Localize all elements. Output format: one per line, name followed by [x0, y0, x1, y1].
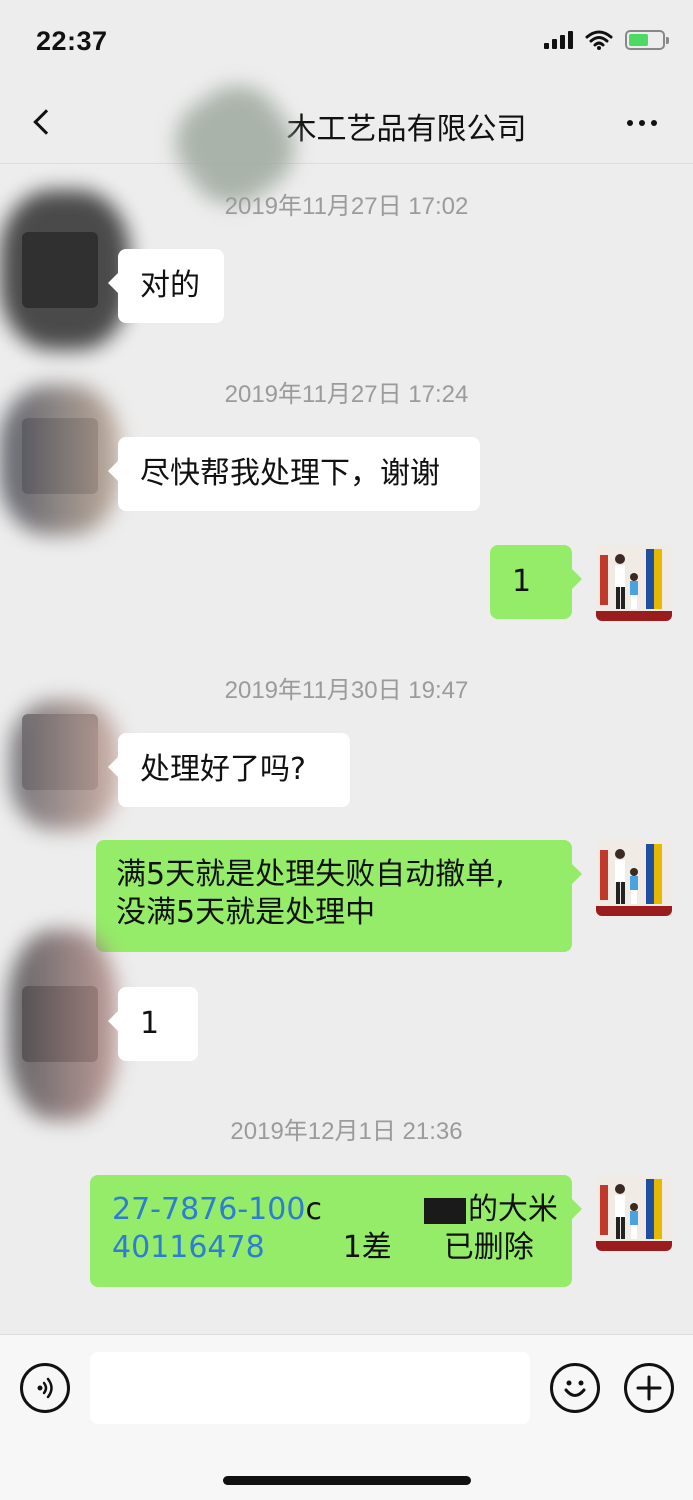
message-text: 1: [512, 564, 532, 599]
redaction-smudge: [10, 700, 120, 830]
order-number-link[interactable]: 40116478: [112, 1230, 265, 1265]
message-text: 对的: [140, 268, 200, 303]
add-button[interactable]: [624, 1363, 674, 1413]
status-bar: 22:37: [0, 0, 693, 80]
signal-icon: [544, 31, 573, 49]
battery-icon: [625, 30, 669, 50]
photo-thumbnail: [596, 840, 672, 916]
message-bubble-incoming[interactable]: 处理好了吗?: [108, 733, 350, 807]
message-text: 处理好了吗?: [140, 752, 306, 787]
message-bubble-outgoing[interactable]: 27-7876-100c 的大米 40116478 1差 已删除: [90, 1175, 582, 1287]
add-icon: [636, 1375, 662, 1401]
message-bubble-incoming[interactable]: 尽快帮我处理下，谢谢: [108, 437, 480, 511]
chat-title: 木工艺品有限公司: [286, 112, 527, 147]
self-avatar[interactable]: [596, 545, 672, 621]
redaction-smudge: [8, 930, 118, 1120]
order-number-link[interactable]: 27-7876-100: [112, 1192, 305, 1227]
wifi-icon: [585, 30, 613, 50]
message-input[interactable]: [90, 1352, 530, 1424]
message-text-line: 满5天就是处理失败自动撤单,: [116, 857, 505, 892]
more-icon: [627, 120, 633, 126]
product-text: 的大米: [467, 1192, 558, 1227]
status-icons: [544, 30, 669, 50]
status-time: 22:37: [36, 26, 108, 56]
redaction-smudge: [0, 385, 120, 535]
message-text: 1: [140, 1006, 160, 1041]
photo-thumbnail: [596, 1175, 672, 1251]
more-button[interactable]: [617, 108, 667, 138]
message-timestamp: 2019年11月30日 19:47: [224, 677, 469, 704]
input-bar: [0, 1334, 693, 1500]
voice-icon: [37, 1377, 53, 1399]
message-bubble-outgoing[interactable]: 1: [490, 545, 582, 619]
diff-text: 1差: [342, 1230, 392, 1265]
photo-thumbnail: [596, 545, 672, 621]
emoji-button[interactable]: [550, 1363, 600, 1413]
self-avatar[interactable]: [596, 840, 672, 916]
emoji-icon: [564, 1380, 586, 1397]
voice-button[interactable]: [20, 1363, 70, 1413]
self-avatar[interactable]: [596, 1175, 672, 1251]
message-timestamp: 2019年12月1日 21:36: [230, 1118, 463, 1145]
redaction-smudge: [0, 190, 130, 350]
order-suffix: c: [305, 1192, 322, 1227]
message-text-line: 没满5天就是处理中: [116, 895, 376, 930]
message-bubble-incoming[interactable]: 1: [108, 987, 198, 1061]
nav-bar: 木工艺品有限公司: [0, 80, 693, 164]
message-bubble-incoming[interactable]: 对的: [108, 249, 224, 323]
message-bubble-outgoing[interactable]: 满5天就是处理失败自动撤单, 没满5天就是处理中: [96, 840, 582, 952]
home-indicator[interactable]: [223, 1476, 471, 1485]
redaction-block: [423, 1197, 466, 1224]
status-text: 已删除: [443, 1230, 534, 1265]
message-text: 尽快帮我处理下，谢谢: [140, 456, 440, 491]
